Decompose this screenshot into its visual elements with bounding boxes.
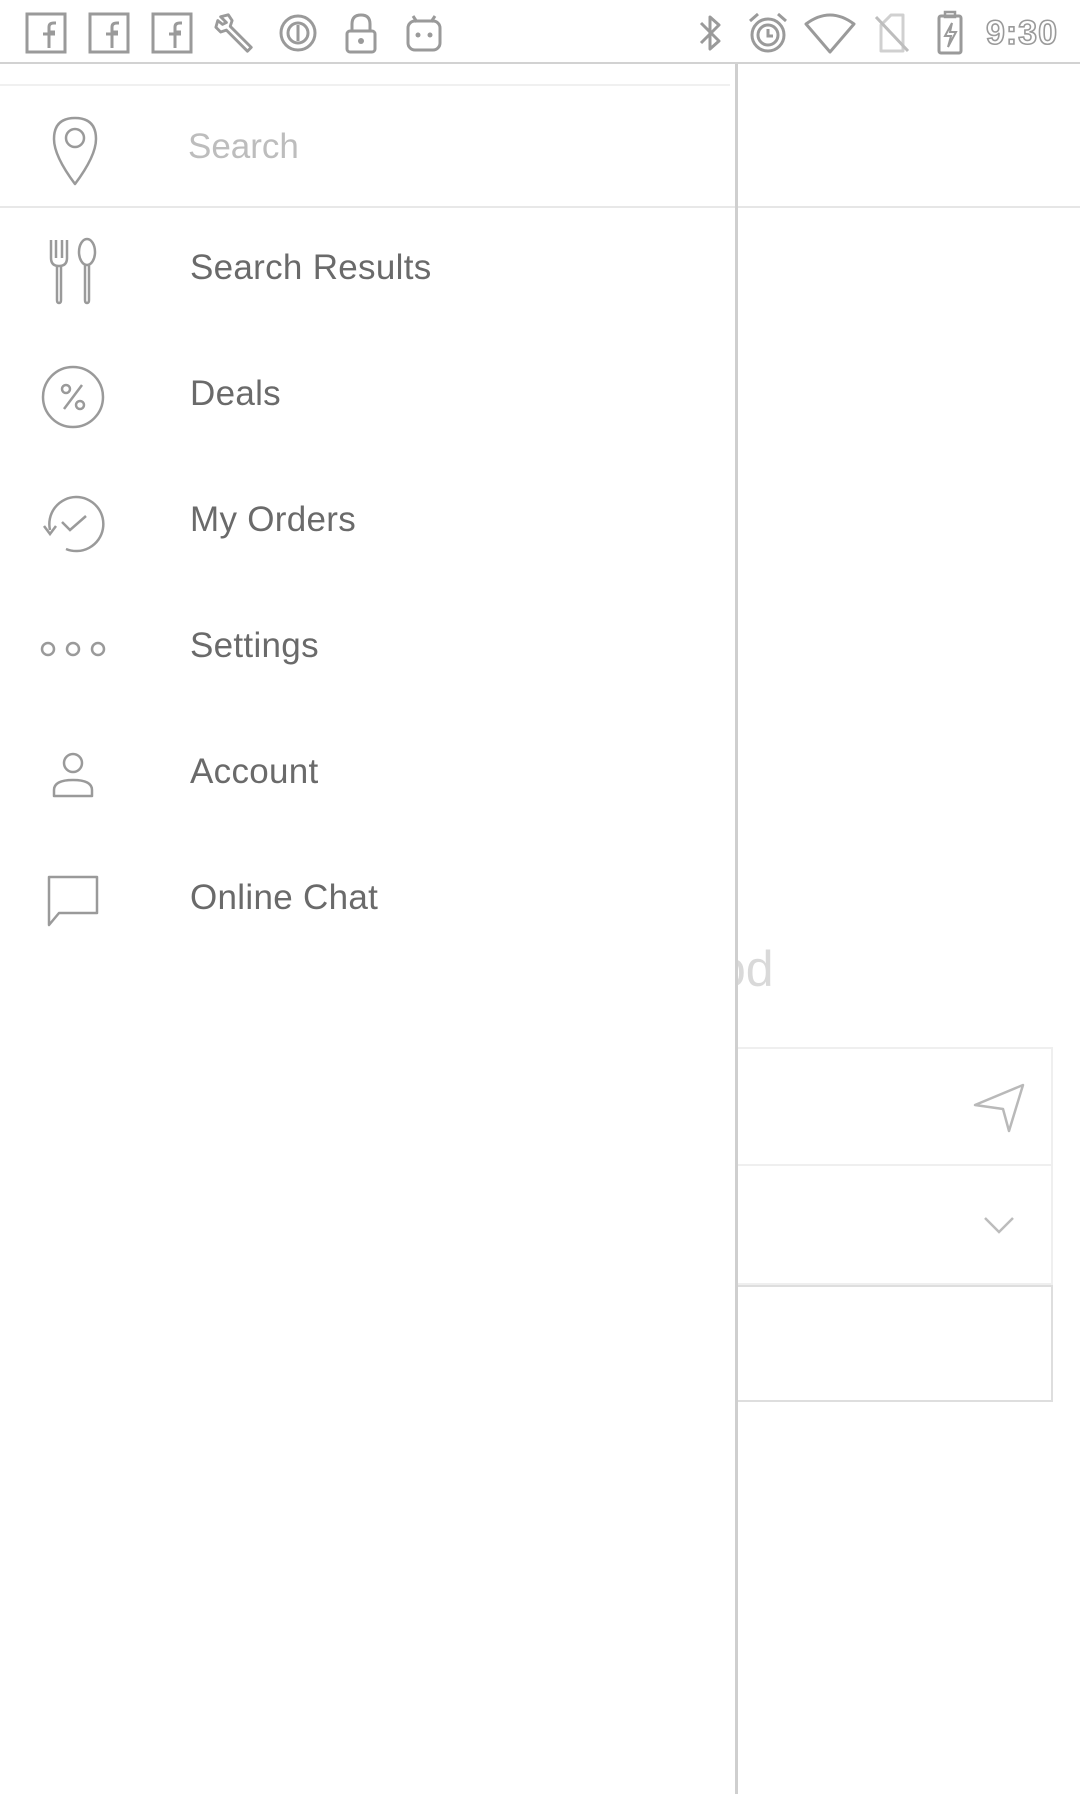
menu-item-label: Deals (190, 374, 281, 413)
location-pin-icon (40, 112, 110, 188)
menu-item-search-results[interactable]: Search Results (0, 208, 735, 334)
menu-item-deals[interactable]: Deals (0, 334, 735, 460)
percent-icon (36, 362, 110, 432)
menu-item-online-chat[interactable]: Online Chat (0, 838, 735, 964)
menu-item-my-orders[interactable]: My Orders (0, 460, 735, 586)
menu-item-settings[interactable]: Settings (0, 586, 735, 712)
order-history-icon (36, 488, 110, 558)
sync-icon (276, 11, 320, 55)
system-status-icons: 9:30 (688, 8, 1058, 58)
background-header-divider (738, 206, 1080, 208)
navigation-drawer: Search Results Deals My Orders Settings … (0, 64, 735, 1794)
menu-item-account[interactable]: Account (0, 712, 735, 838)
status-bar: 9:30 (0, 0, 1080, 64)
chevron-down-icon (969, 1194, 1029, 1254)
chat-icon (36, 866, 110, 936)
more-dots-icon (36, 614, 110, 684)
background-select-field (738, 1166, 1053, 1285)
fork-spoon-icon (36, 236, 110, 306)
search-input[interactable] (188, 112, 708, 182)
menu-item-label: My Orders (190, 500, 357, 539)
clock-time: 9:30 (985, 13, 1058, 53)
background-location-field (738, 1047, 1053, 1166)
menu-item-label: Online Chat (190, 878, 379, 917)
drawer-search-row[interactable] (0, 86, 735, 208)
alarm-icon (746, 11, 790, 55)
android-icon (402, 11, 446, 55)
bluetooth-icon (688, 11, 732, 55)
wifi-icon (804, 11, 856, 55)
navigation-arrow-icon (969, 1077, 1029, 1137)
wrench-icon (213, 11, 257, 55)
facebook-icon (87, 11, 131, 55)
lock-icon (339, 11, 383, 55)
battery-charging-icon (928, 10, 972, 55)
person-icon (36, 740, 110, 810)
menu-item-label: Account (190, 752, 319, 791)
facebook-icon (24, 11, 68, 55)
notification-icons (24, 8, 465, 58)
facebook-icon (150, 11, 194, 55)
background-button (738, 1285, 1053, 1402)
no-sim-icon (870, 11, 914, 55)
menu-item-label: Settings (190, 626, 319, 665)
menu-item-label: Search Results (190, 248, 432, 287)
drawer-edge (735, 64, 738, 1794)
